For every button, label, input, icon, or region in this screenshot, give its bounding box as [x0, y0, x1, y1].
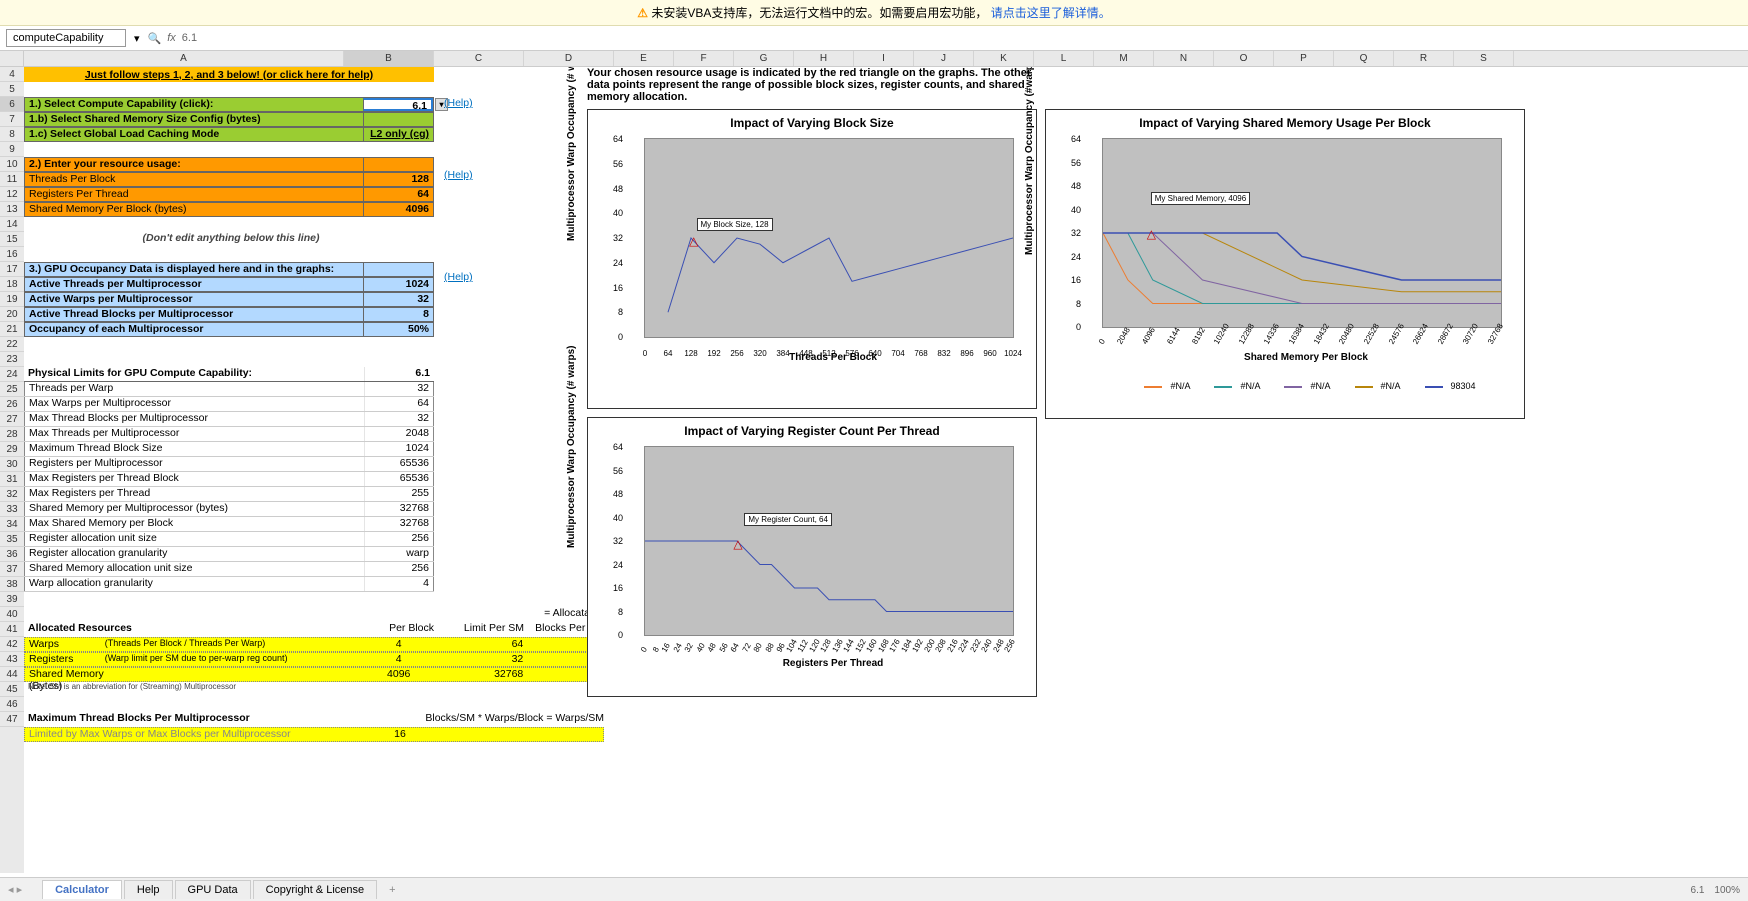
allocatable-label: = Allocatable: [24, 607, 604, 622]
search-icon[interactable]: 🔍: [148, 32, 162, 45]
phys-limit-row: Max Thread Blocks per Multiprocessor32: [24, 412, 434, 427]
chart-block-size: Impact of Varying Block Size Multiproces…: [587, 109, 1037, 409]
chart-shared-memory: Impact of Varying Shared Memory Usage Pe…: [1045, 109, 1525, 419]
compute-capability-value[interactable]: 6.1: [363, 98, 433, 111]
status-bar: 6.1 100%: [1691, 879, 1740, 901]
phys-limit-row: Max Registers per Thread Block65536: [24, 472, 434, 487]
instructions-banner[interactable]: Just follow steps 1, 2, and 3 below! (or…: [24, 67, 434, 82]
formula-value[interactable]: 6.1: [182, 32, 197, 44]
phys-limit-row: Max Shared Memory per Block32768: [24, 517, 434, 532]
marker-triangle-icon: △: [733, 537, 742, 551]
fx-icon[interactable]: fx: [167, 32, 176, 44]
phys-limit-row: Register allocation unit size256: [24, 532, 434, 547]
phys-limit-row: Max Warps per Multiprocessor64: [24, 397, 434, 412]
shared-mem-per-block[interactable]: Shared Memory Per Block (bytes)4096: [24, 202, 434, 217]
active-warps: Active Warps per Multiprocessor32: [24, 292, 434, 307]
name-box[interactable]: [6, 29, 126, 47]
column-headers: ABCDEFGHIJKLMNOPQRS: [0, 51, 1748, 67]
registers-per-thread[interactable]: Registers Per Thread64: [24, 187, 434, 202]
tab-gpu-data[interactable]: GPU Data: [175, 880, 251, 899]
do-not-edit-note: (Don't edit anything below this line): [24, 232, 434, 247]
namebox-dropdown-icon[interactable]: ▾: [134, 32, 140, 45]
sheet-tabs: ◂ ▸ Calculator Help GPU Data Copyright &…: [0, 877, 1748, 901]
step1-cache-mode[interactable]: 1.c) Select Global Load Caching Mode L2 …: [24, 127, 434, 142]
active-blocks: Active Thread Blocks per Multiprocessor8: [24, 307, 434, 322]
help-link-3[interactable]: (Help): [444, 271, 604, 283]
alloc-header: Allocated Resources Per Block Limit Per …: [24, 622, 604, 637]
step1-capability[interactable]: 1.) Select Compute Capability (click): 6…: [24, 97, 434, 112]
tab-help[interactable]: Help: [124, 880, 173, 899]
phys-limit-row: Threads per Warp32: [24, 382, 434, 397]
step3-header: 3.) GPU Occupancy Data is displayed here…: [24, 262, 434, 277]
marker-triangle-icon: △: [689, 234, 698, 248]
help-link-1[interactable]: (Help): [444, 97, 604, 109]
sm-footnote: Note: SM is an abbreviation for (Streami…: [24, 682, 604, 697]
notification-text: 未安装VBA支持库，无法运行文档中的宏。如需要启用宏功能，: [651, 6, 987, 20]
step1-shared-mem[interactable]: 1.b) Select Shared Memory Size Config (b…: [24, 112, 434, 127]
notification-link[interactable]: 请点击这里了解详情。: [991, 6, 1111, 20]
phys-limit-row: Register allocation granularitywarp: [24, 547, 434, 562]
vba-notification-bar: ⚠ 未安装VBA支持库，无法运行文档中的宏。如需要启用宏功能， 请点击这里了解详…: [0, 0, 1748, 26]
occupancy-pct: Occupancy of each Multiprocessor50%: [24, 322, 434, 337]
chart-register-count: Impact of Varying Register Count Per Thr…: [587, 417, 1037, 697]
phys-limit-row: Warp allocation granularity4: [24, 577, 434, 592]
marker-triangle-icon: △: [1147, 227, 1156, 241]
alloc-row: Warps(Threads Per Block / Threads Per Wa…: [24, 637, 604, 652]
formula-bar: ▾ 🔍 fx 6.1: [0, 26, 1748, 51]
tab-nav-icon[interactable]: ◂ ▸: [8, 883, 22, 896]
phys-limit-row: Maximum Thread Block Size1024: [24, 442, 434, 457]
tab-copyright[interactable]: Copyright & License: [253, 880, 377, 899]
active-threads: Active Threads per Multiprocessor1024: [24, 277, 434, 292]
phys-limit-row: Max Threads per Multiprocessor2048: [24, 427, 434, 442]
row-headers: 4567891011121314151617181920212223242526…: [0, 67, 24, 873]
phys-limit-row: Max Registers per Thread255: [24, 487, 434, 502]
chart-description: Your chosen resource usage is indicated …: [587, 67, 1047, 103]
alloc-row: Shared Memory (Bytes)4096327688: [24, 667, 604, 682]
physical-limits-header: Physical Limits for GPU Compute Capabili…: [24, 367, 434, 382]
threads-per-block[interactable]: Threads Per Block128: [24, 172, 434, 187]
max-blocks-header: Maximum Thread Blocks Per Multiprocessor…: [24, 712, 604, 727]
add-sheet-icon[interactable]: +: [379, 884, 405, 896]
phys-limit-row: Shared Memory allocation unit size256: [24, 562, 434, 577]
tab-calculator[interactable]: Calculator: [42, 880, 122, 899]
spreadsheet-grid[interactable]: Just follow steps 1, 2, and 3 below! (or…: [24, 67, 1724, 787]
phys-limit-row: Shared Memory per Multiprocessor (bytes)…: [24, 502, 434, 517]
warning-icon: ⚠: [637, 6, 648, 20]
alloc-row: Registers(Warp limit per SM due to per-w…: [24, 652, 604, 667]
step2-header: 2.) Enter your resource usage:: [24, 157, 434, 172]
help-link-2[interactable]: (Help): [444, 169, 604, 181]
limited-by-row: Limited by Max Warps or Max Blocks per M…: [24, 727, 604, 742]
phys-limit-row: Registers per Multiprocessor65536: [24, 457, 434, 472]
